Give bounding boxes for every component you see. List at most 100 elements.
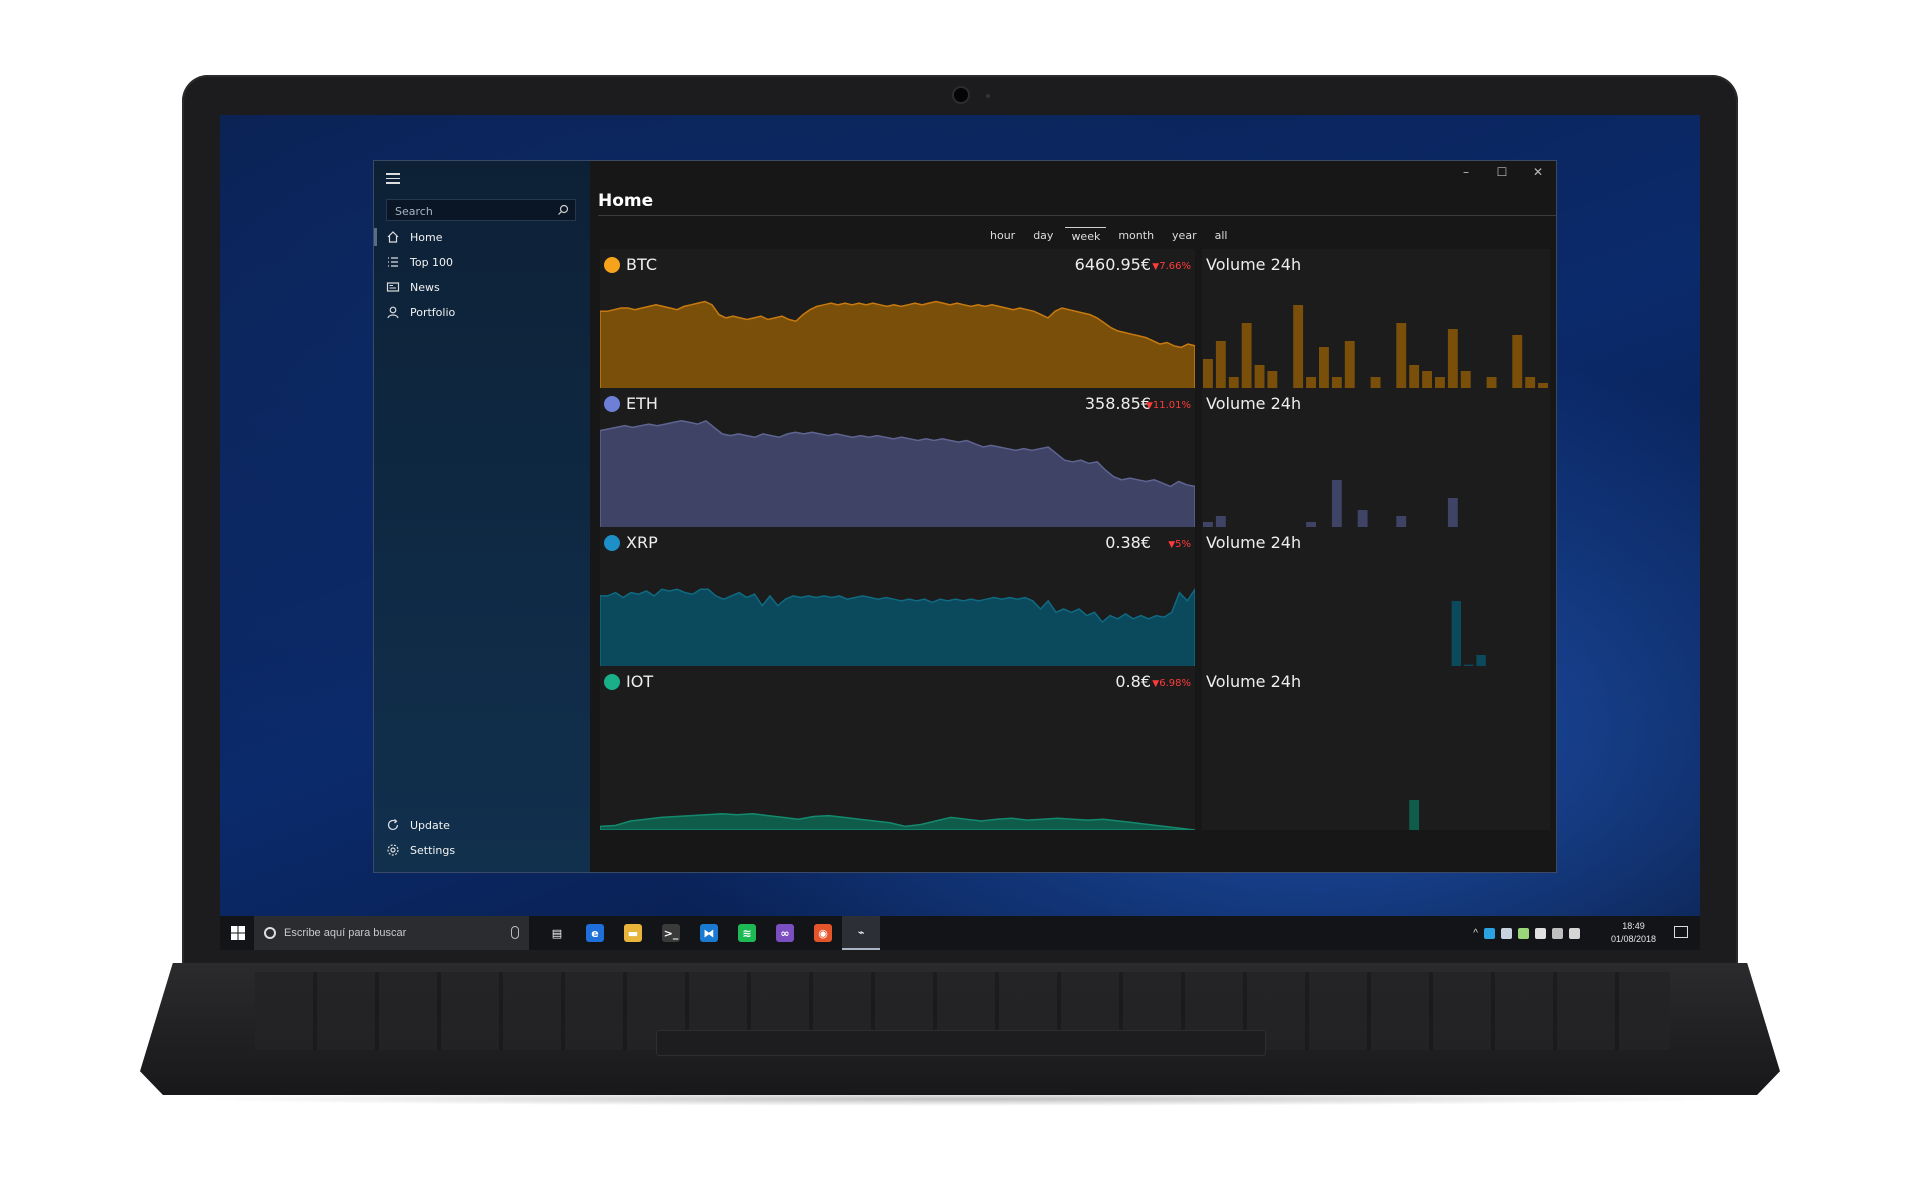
crypto-app-taskbar-button[interactable]: ⌁	[842, 916, 880, 950]
tab-week[interactable]: week	[1065, 227, 1107, 246]
tab-all[interactable]: all	[1209, 227, 1234, 245]
webcam	[954, 88, 968, 102]
webcam-light	[986, 94, 990, 98]
sidebar-item-label: Settings	[410, 843, 456, 857]
taskbar-search-placeholder: Escribe aquí para buscar	[284, 927, 407, 939]
iot-volume-panel[interactable]: Volume 24h	[1202, 666, 1550, 830]
coin-change: 5%	[1168, 539, 1191, 550]
minimize-button[interactable]: –	[1448, 161, 1484, 183]
terminal-icon: >_	[662, 924, 680, 942]
volume-bar	[1409, 800, 1420, 830]
volume-title: Volume 24h	[1206, 672, 1302, 691]
laptop-shadow	[180, 1092, 1740, 1106]
sidebar-item-label: News	[410, 280, 440, 294]
vscode-icon: ⧓	[700, 924, 718, 942]
coin-price: 0.38€	[1105, 533, 1151, 552]
trackpad	[656, 1030, 1266, 1056]
coin-change: 6.98%	[1152, 678, 1191, 689]
firefox-icon: ◉	[814, 924, 832, 942]
person-icon	[387, 306, 399, 319]
list-icon	[388, 257, 398, 267]
sidebar-item-top-100[interactable]: Top 100	[374, 249, 590, 275]
taskbar-apps: ▤ e ▬ >_ ⧓ ≋ ∞ ◉ ⌁	[538, 916, 880, 950]
steam-icon[interactable]	[1501, 927, 1512, 939]
coin-symbol: BTC	[626, 255, 657, 274]
tab-year[interactable]: year	[1166, 227, 1203, 245]
visual-studio-icon: ∞	[776, 924, 794, 942]
refresh-icon	[387, 819, 399, 831]
taskbar-search-box[interactable]: Escribe aquí para buscar	[254, 916, 529, 950]
coin-symbol: IOT	[626, 672, 654, 691]
file-explorer-icon: ▬	[624, 924, 642, 942]
edge-taskbar-button[interactable]: e	[576, 916, 614, 950]
chevron-up-icon[interactable]: ^	[1473, 928, 1478, 939]
visual-studio-taskbar-button[interactable]: ∞	[766, 916, 804, 950]
volume-title: Volume 24h	[1206, 394, 1302, 413]
iot-price-area	[600, 813, 1195, 830]
volume-title: Volume 24h	[1206, 533, 1302, 552]
sidebar-item-label: Top 100	[410, 255, 454, 269]
sidebar-item-label: Portfolio	[410, 305, 456, 319]
dropbox-icon[interactable]	[1518, 927, 1529, 939]
time-range-tabs: hour day week month year all	[984, 227, 1239, 246]
clock-date: 01/08/2018	[1610, 934, 1656, 944]
volume-icon[interactable]	[1569, 927, 1580, 939]
spotify-icon: ≋	[738, 924, 756, 942]
sidebar-item-portfolio[interactable]: Portfolio	[374, 299, 590, 325]
sidebar-item-news[interactable]: News	[374, 274, 590, 300]
spotify-taskbar-button[interactable]: ≋	[728, 916, 766, 950]
gear-icon	[387, 844, 399, 856]
cortana-icon	[264, 927, 276, 939]
eth-coin-icon	[604, 396, 620, 412]
iot-area-chart	[600, 813, 1195, 830]
close-button[interactable]: ✕	[1520, 161, 1556, 183]
microphone-icon[interactable]	[511, 926, 519, 939]
sidebar-item-update[interactable]: Update	[374, 812, 590, 838]
coin-symbol: XRP	[626, 533, 658, 552]
tab-month[interactable]: month	[1112, 227, 1160, 245]
coin-symbol: ETH	[626, 394, 658, 413]
task-view-icon: ▤	[551, 926, 563, 940]
btc-coin-icon	[604, 257, 620, 273]
onedrive-icon[interactable]	[1535, 927, 1546, 939]
search-icon[interactable]	[557, 204, 569, 216]
notification-center-icon[interactable]	[1674, 926, 1688, 938]
sidebar: Home Top 100 News Portfolio Update Setti…	[374, 161, 590, 872]
xrp-coin-icon	[604, 535, 620, 551]
tab-day[interactable]: day	[1027, 227, 1059, 245]
tab-hour[interactable]: hour	[984, 227, 1021, 245]
maximize-button[interactable]: ☐	[1484, 161, 1520, 183]
terminal-taskbar-button[interactable]: >_	[652, 916, 690, 950]
vscode-taskbar-button[interactable]: ⧓	[690, 916, 728, 950]
iot-price-panel[interactable]: IOT 0.8€6.98%	[600, 666, 1195, 830]
iot-coin-icon	[604, 674, 620, 690]
coin-price: 6460.95€	[1074, 255, 1151, 274]
sidebar-item-settings[interactable]: Settings	[374, 837, 590, 863]
task-view-taskbar-button[interactable]: ▤	[538, 916, 576, 950]
sidebar-item-home[interactable]: Home	[374, 224, 590, 250]
coin-change: 11.01%	[1146, 400, 1191, 411]
hamburger-menu-icon[interactable]	[386, 173, 400, 185]
telegram-icon[interactable]	[1484, 927, 1495, 939]
crypto-app-icon: ⌁	[857, 925, 865, 939]
divider	[598, 215, 1556, 216]
search-input[interactable]	[393, 202, 547, 220]
firefox-taskbar-button[interactable]: ◉	[804, 916, 842, 950]
sidebar-item-label: Update	[410, 818, 450, 832]
page-title: Home	[598, 191, 654, 211]
search-box[interactable]	[386, 199, 576, 221]
edge-icon: e	[586, 924, 604, 942]
home-icon	[387, 231, 399, 243]
news-icon	[386, 282, 400, 292]
network-icon[interactable]	[1552, 927, 1563, 939]
taskbar: Escribe aquí para buscar ▤ e ▬ >_ ⧓ ≋ ∞ ◉ ⌁ ^ 18…	[220, 916, 1700, 950]
window-controls: – ☐ ✕	[1448, 161, 1556, 183]
file-explorer-taskbar-button[interactable]: ▬	[614, 916, 652, 950]
sidebar-item-label: Home	[410, 230, 443, 244]
volume-title: Volume 24h	[1206, 255, 1302, 274]
coin-price: 358.85€	[1084, 394, 1151, 413]
windows-start-icon[interactable]	[230, 925, 246, 941]
clock[interactable]: 18:49 01/08/2018	[1611, 920, 1656, 946]
crypto-app-window: Home Top 100 News Portfolio Update Setti…	[373, 160, 1557, 873]
coin-change: 7.66%	[1152, 261, 1191, 272]
